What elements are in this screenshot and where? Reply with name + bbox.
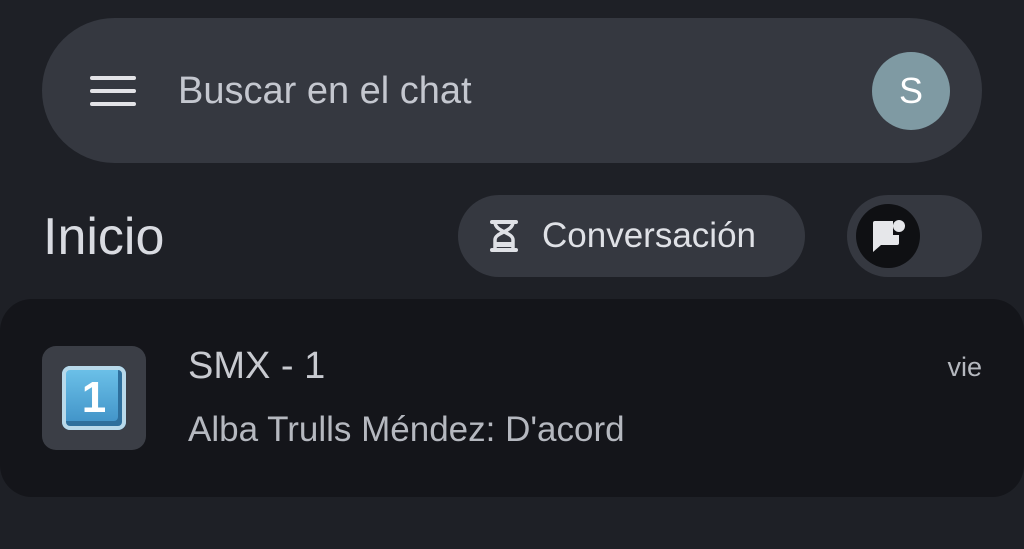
search-input[interactable]: Buscar en el chat bbox=[178, 66, 472, 116]
search-bar[interactable]: Buscar en el chat S bbox=[42, 18, 982, 163]
chat-avatar: 1 bbox=[42, 346, 146, 450]
list-item[interactable]: 1 SMX - 1 Alba Trulls Méndez: D'acord vi… bbox=[0, 299, 1024, 497]
chat-list: 1 SMX - 1 Alba Trulls Méndez: D'acord vi… bbox=[0, 299, 1024, 497]
chat-app: Buscar en el chat S Inicio Conversación bbox=[0, 0, 1024, 549]
conversation-filter-chip[interactable]: Conversación bbox=[458, 195, 805, 277]
page-title: Inicio bbox=[43, 208, 165, 266]
menu-icon[interactable] bbox=[88, 68, 138, 114]
conversation-chip-label: Conversación bbox=[542, 216, 756, 255]
toggle-knob bbox=[856, 204, 920, 268]
chat-preview: Alba Trulls Méndez: D'acord bbox=[188, 410, 625, 449]
keycap-one-icon: 1 bbox=[62, 366, 126, 430]
chat-timestamp: vie bbox=[947, 352, 982, 382]
new-chat-toggle[interactable] bbox=[847, 195, 982, 277]
hourglass-icon bbox=[484, 216, 524, 256]
avatar[interactable]: S bbox=[872, 52, 950, 130]
chat-title: SMX - 1 bbox=[188, 345, 326, 387]
